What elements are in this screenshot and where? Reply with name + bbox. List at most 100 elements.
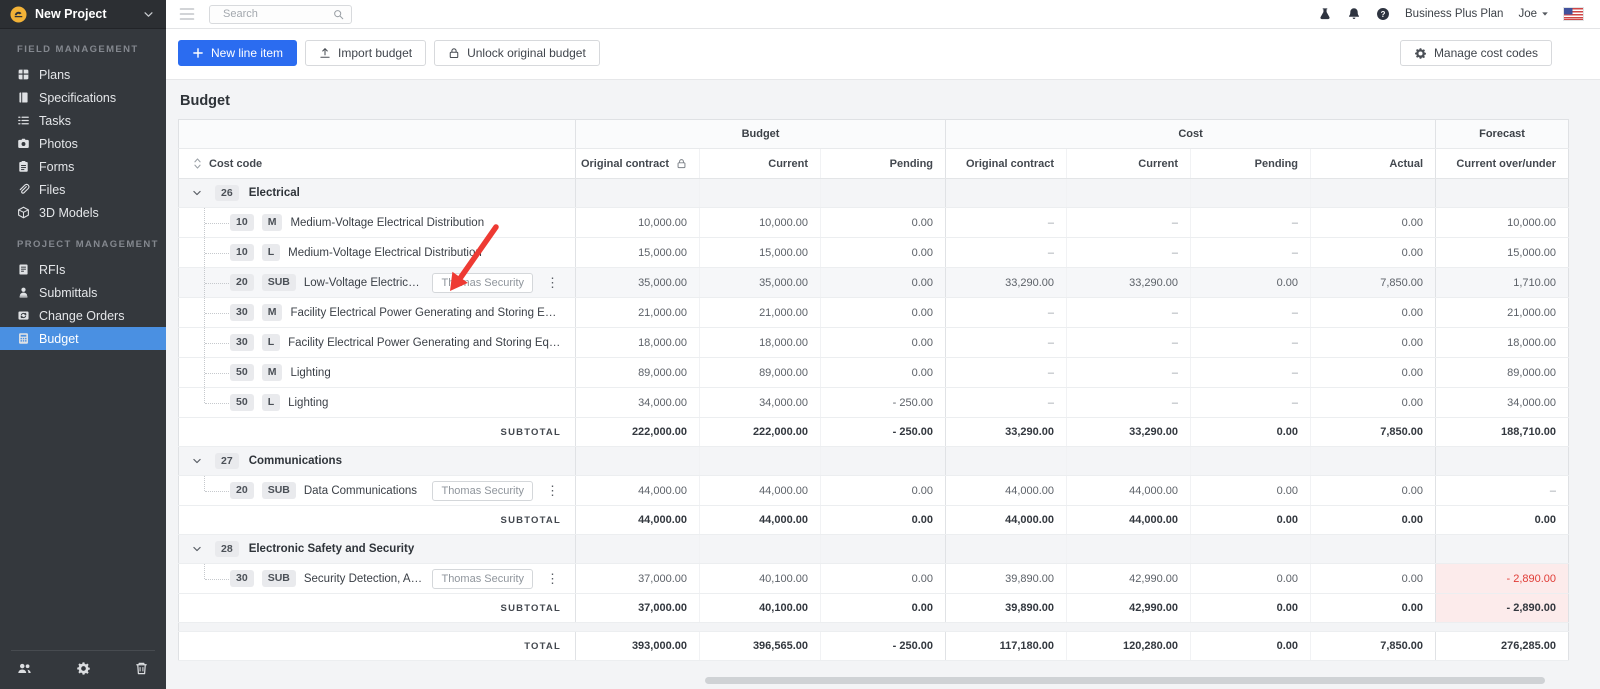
amount-cell[interactable]: 21,000.00 <box>1436 298 1569 328</box>
sidebar-item-forms[interactable]: Forms <box>0 155 166 178</box>
amount-cell[interactable]: 0.00 <box>821 238 946 268</box>
import-budget-button[interactable]: Import budget <box>305 40 426 66</box>
sidebar-item-3d-models[interactable]: 3D Models <box>0 201 166 224</box>
col-header-original-contract[interactable]: Original contract <box>946 149 1067 179</box>
sidebar-item-rfis[interactable]: RFIs <box>0 258 166 281</box>
user-menu[interactable]: Joe <box>1518 8 1549 20</box>
amount-cell[interactable]: 44,000.00 <box>700 476 821 506</box>
amount-cell[interactable]: 10,000.00 <box>1436 208 1569 238</box>
sidebar-item-plans[interactable]: Plans <box>0 63 166 86</box>
sidebar-item-budget[interactable]: Budget <box>0 327 166 350</box>
amount-cell[interactable]: 0.00 <box>821 298 946 328</box>
amount-cell[interactable]: 40,100.00 <box>700 564 821 594</box>
amount-cell[interactable]: 0.00 <box>1191 476 1311 506</box>
amount-cell[interactable]: 33,290.00 <box>1067 268 1191 298</box>
gear-icon[interactable] <box>76 661 91 676</box>
amount-cell[interactable]: 33,290.00 <box>946 268 1067 298</box>
sort-icon[interactable] <box>193 157 202 170</box>
bell-icon[interactable] <box>1347 7 1361 21</box>
amount-cell[interactable]: – <box>1191 298 1311 328</box>
sidebar-item-change-orders[interactable]: Change Orders <box>0 304 166 327</box>
amount-cell[interactable]: 39,890.00 <box>946 564 1067 594</box>
section-row-28[interactable]: 28Electronic Safety and Security <box>179 535 1569 564</box>
line-item-row[interactable]: 50MLighting89,000.0089,000.000.00–––0.00… <box>179 358 1569 388</box>
us-flag-icon[interactable] <box>1564 8 1583 20</box>
amount-cell[interactable]: – <box>1067 388 1191 418</box>
amount-cell[interactable]: 89,000.00 <box>1436 358 1569 388</box>
amount-cell[interactable]: – <box>1191 238 1311 268</box>
amount-cell[interactable]: 89,000.00 <box>700 358 821 388</box>
amount-cell[interactable]: 0.00 <box>1311 476 1436 506</box>
help-icon[interactable]: ? <box>1376 7 1390 21</box>
col-header-current-over-under[interactable]: Current over/under <box>1436 149 1569 179</box>
amount-cell[interactable]: 0.00 <box>1191 564 1311 594</box>
amount-cell[interactable]: 0.00 <box>1311 208 1436 238</box>
amount-cell[interactable]: 42,990.00 <box>1067 564 1191 594</box>
section-row-27[interactable]: 27Communications <box>179 447 1569 476</box>
amount-cell[interactable]: 0.00 <box>1311 388 1436 418</box>
amount-cell[interactable]: 35,000.00 <box>700 268 821 298</box>
amount-cell[interactable]: 89,000.00 <box>576 358 700 388</box>
amount-cell[interactable]: – <box>1067 358 1191 388</box>
amount-cell[interactable]: - 2,890.00 <box>1436 564 1569 594</box>
col-header-actual[interactable]: Actual <box>1311 149 1436 179</box>
amount-cell[interactable]: 34,000.00 <box>1436 388 1569 418</box>
amount-cell[interactable]: - 250.00 <box>821 388 946 418</box>
col-header-current[interactable]: Current <box>1067 149 1191 179</box>
amount-cell[interactable]: – <box>1436 476 1569 506</box>
amount-cell[interactable]: 18,000.00 <box>700 328 821 358</box>
amount-cell[interactable]: 7,850.00 <box>1311 268 1436 298</box>
amount-cell[interactable]: – <box>1191 388 1311 418</box>
amount-cell[interactable]: 15,000.00 <box>1436 238 1569 268</box>
amount-cell[interactable]: – <box>946 388 1067 418</box>
amount-cell[interactable]: 0.00 <box>1311 298 1436 328</box>
menu-icon[interactable] <box>179 7 195 21</box>
chevron-down-icon[interactable] <box>192 188 202 198</box>
amount-cell[interactable]: – <box>1191 208 1311 238</box>
vendor-tag[interactable]: Thomas Security <box>432 481 533 501</box>
amount-cell[interactable]: 10,000.00 <box>576 208 700 238</box>
project-switcher[interactable]: New Project <box>0 0 166 29</box>
line-item-row[interactable]: 50LLighting34,000.0034,000.00- 250.00–––… <box>179 388 1569 418</box>
line-item-row[interactable]: 30MFacility Electrical Power Generating … <box>179 298 1569 328</box>
amount-cell[interactable]: 15,000.00 <box>576 238 700 268</box>
flask-icon[interactable] <box>1318 7 1332 21</box>
amount-cell[interactable]: 15,000.00 <box>700 238 821 268</box>
amount-cell[interactable]: 10,000.00 <box>700 208 821 238</box>
amount-cell[interactable]: – <box>1191 328 1311 358</box>
amount-cell[interactable]: 0.00 <box>1311 238 1436 268</box>
amount-cell[interactable]: 35,000.00 <box>576 268 700 298</box>
people-icon[interactable] <box>17 661 32 676</box>
amount-cell[interactable]: 21,000.00 <box>700 298 821 328</box>
line-item-row[interactable]: 10LMedium-Voltage Electrical Distributio… <box>179 238 1569 268</box>
amount-cell[interactable]: 0.00 <box>1311 564 1436 594</box>
trash-icon[interactable] <box>134 661 149 676</box>
line-item-row[interactable]: 10MMedium-Voltage Electrical Distributio… <box>179 208 1569 238</box>
amount-cell[interactable]: 37,000.00 <box>576 564 700 594</box>
search-icon[interactable] <box>333 9 344 20</box>
amount-cell[interactable]: – <box>1191 358 1311 388</box>
new-line-item-button[interactable]: New line item <box>178 40 297 66</box>
amount-cell[interactable]: 0.00 <box>1311 358 1436 388</box>
col-header-pending[interactable]: Pending <box>821 149 946 179</box>
amount-cell[interactable]: 1,710.00 <box>1436 268 1569 298</box>
amount-cell[interactable]: 0.00 <box>821 328 946 358</box>
amount-cell[interactable]: 18,000.00 <box>576 328 700 358</box>
amount-cell[interactable]: 44,000.00 <box>576 476 700 506</box>
amount-cell[interactable]: – <box>1067 298 1191 328</box>
section-row-26[interactable]: 26Electrical <box>179 179 1569 208</box>
amount-cell[interactable]: 0.00 <box>1191 268 1311 298</box>
row-menu-icon[interactable]: ⋮ <box>543 572 562 585</box>
amount-cell[interactable]: – <box>946 358 1067 388</box>
horizontal-scrollbar[interactable] <box>705 677 1545 684</box>
line-item-row[interactable]: 30LFacility Electrical Power Generating … <box>179 328 1569 358</box>
amount-cell[interactable]: – <box>946 328 1067 358</box>
sidebar-item-files[interactable]: Files <box>0 178 166 201</box>
col-header-pending[interactable]: Pending <box>1191 149 1311 179</box>
unlock-original-budget-button[interactable]: Unlock original budget <box>434 40 600 66</box>
line-item-row[interactable]: 20SUBLow-Voltage Electrical Distribution… <box>179 268 1569 298</box>
manage-cost-codes-button[interactable]: Manage cost codes <box>1400 40 1552 66</box>
line-item-row[interactable]: 20SUBData CommunicationsThomas Security⋮… <box>179 476 1569 506</box>
vendor-tag[interactable]: Thomas Security <box>432 569 533 589</box>
amount-cell[interactable]: 0.00 <box>1311 328 1436 358</box>
